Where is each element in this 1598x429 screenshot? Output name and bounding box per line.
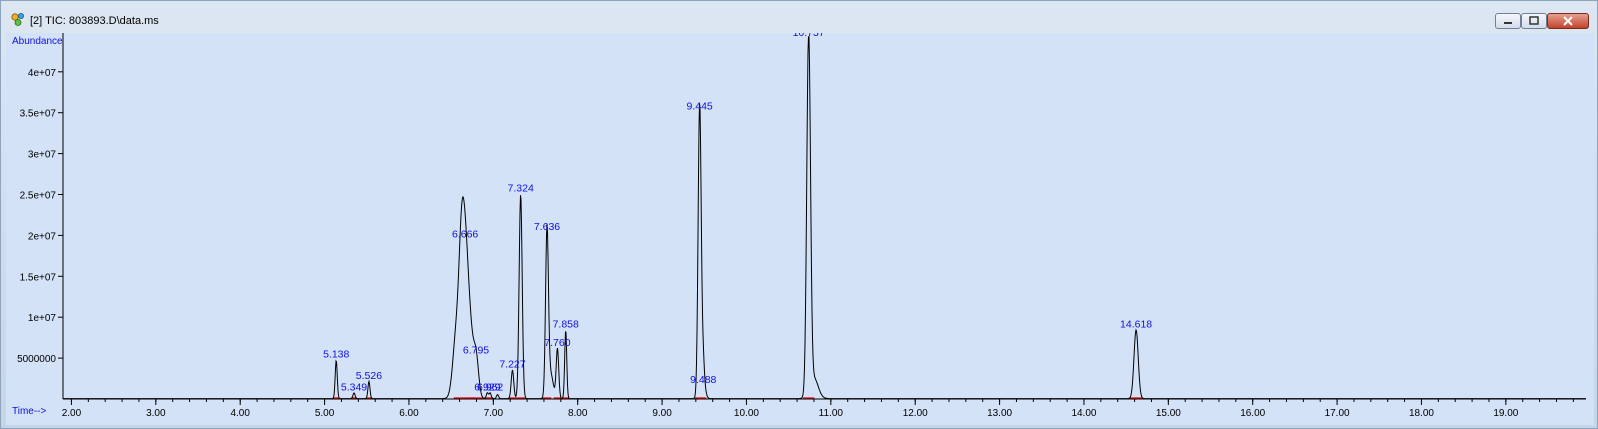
peak-label: 6.795 [463, 344, 489, 356]
x-tick-label: 19.00 [1493, 408, 1518, 419]
peak-label: 5.349 [341, 381, 367, 393]
peak-label: 7.760 [544, 337, 570, 349]
y-tick-label: 1.5e+07 [20, 272, 57, 283]
peak-label: 6.962 [477, 381, 503, 393]
close-icon [1563, 16, 1573, 26]
y-tick-label: 5000000 [17, 354, 56, 365]
maximize-button[interactable] [1521, 13, 1547, 29]
peak-label: 7.324 [508, 183, 534, 195]
tic-chromatogram-chart: Abundance Time--> 2.00 3.00 4.00 5.00 6.00 7.… [6, 33, 1594, 425]
y-tick-label: 2.5e+07 [20, 191, 57, 202]
x-tick-label: 2.00 [62, 408, 82, 419]
peak-label: 5.526 [356, 370, 382, 382]
chromatogram-window: [2] TIC: 803893.D\data.ms Abundance Time… [0, 0, 1598, 429]
minimize-icon [1504, 22, 1512, 24]
x-tick-label: 13.00 [987, 408, 1012, 419]
x-tick-label: 15.00 [1156, 408, 1181, 419]
peak-label: 7.858 [553, 318, 579, 330]
peak-label: 9.488 [690, 374, 716, 386]
x-tick-label: 8.00 [568, 408, 588, 419]
plot-background [6, 33, 1594, 425]
minimize-button[interactable] [1495, 13, 1521, 29]
peak-label: 6.666 [452, 228, 478, 240]
y-tick-label: 3.5e+07 [20, 109, 57, 120]
x-tick-label: 16.00 [1240, 408, 1265, 419]
peak-label: 7.227 [499, 358, 525, 370]
window-title: [2] TIC: 803893.D\data.ms [30, 15, 159, 27]
x-tick-label: 6.00 [399, 408, 419, 419]
peak-label: 7.636 [534, 221, 560, 233]
peak-label: 14.618 [1120, 318, 1152, 330]
chemstation-data-icon [11, 13, 24, 26]
y-tick-label: 1e+07 [28, 313, 57, 324]
y-axis-label: Abundance [12, 36, 63, 47]
y-tick-label: 2e+07 [28, 231, 57, 242]
close-button[interactable] [1547, 13, 1589, 29]
y-tick-label: 4e+07 [28, 68, 57, 79]
x-tick-label: 12.00 [903, 408, 928, 419]
x-tick-label: 5.00 [315, 408, 335, 419]
x-tick-label: 3.00 [146, 408, 166, 419]
title-bar[interactable]: [2] TIC: 803893.D\data.ms [1, 1, 1597, 29]
x-tick-label: 9.00 [652, 408, 672, 419]
x-tick-label: 4.00 [230, 408, 250, 419]
x-tick-label: 10.00 [734, 408, 759, 419]
peak-label: 10.737 [793, 33, 825, 39]
peak-label: 5.138 [323, 349, 349, 361]
x-tick-label: 17.00 [1325, 408, 1350, 419]
maximize-icon [1529, 16, 1539, 25]
x-tick-label: 11.00 [819, 408, 844, 419]
x-tick-label: 18.00 [1409, 408, 1434, 419]
x-axis-label: Time--> [12, 406, 47, 417]
x-tick-label: 14.00 [1071, 408, 1096, 419]
peak-label: 9.445 [686, 101, 712, 113]
y-tick-label: 3e+07 [28, 150, 57, 161]
x-tick-label: 7.00 [484, 408, 504, 419]
